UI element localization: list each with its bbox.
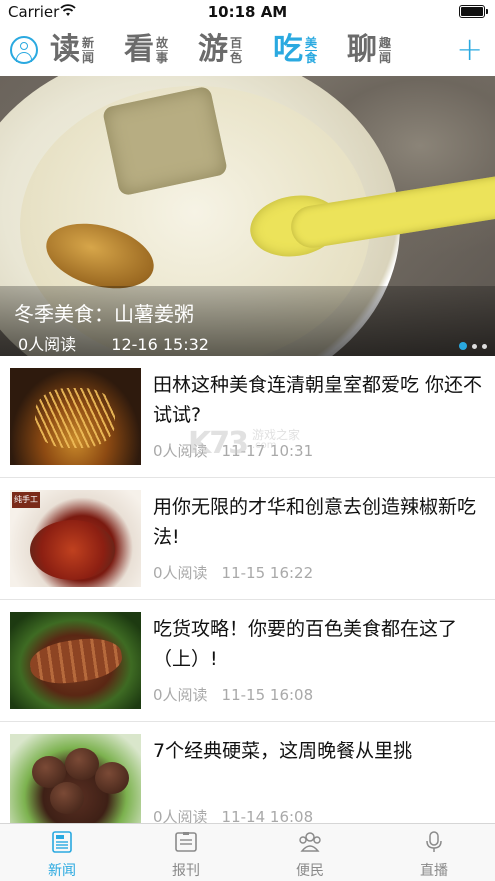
thumbnail-detail (95, 762, 129, 794)
thumbnail-tag-text: 纯手工 (14, 495, 38, 504)
news-thumbnail: 纯手工 (10, 490, 141, 587)
news-thumbnail (10, 612, 141, 709)
hero-meta: 0人阅读 12-16 15:32 (18, 331, 209, 355)
user-icon (20, 42, 28, 50)
tab-small-bottom: 食 (305, 50, 318, 65)
thumbnail-detail (35, 388, 115, 448)
hero-read-count: 0人阅读 (18, 335, 77, 354)
hero-title: 冬季美食：山薯姜粥 (14, 302, 194, 326)
tab-big-char: 聊 (347, 32, 377, 67)
tab-small-chars: 美 食 (305, 35, 318, 65)
tab-small-chars: 趣 闻 (379, 35, 392, 65)
tab-chat-fun[interactable]: 聊 趣 闻 (347, 30, 392, 70)
tab-bar-label: 新闻 (48, 863, 76, 879)
profile-button[interactable] (10, 36, 38, 64)
clock: 10:18 AM (207, 3, 288, 21)
top-navigation: 读 新 闻 看 故 事 游 百 色 吃 美 食 聊 趣 闻 + (0, 26, 495, 76)
carousel-page-indicator[interactable] (459, 342, 487, 350)
page-dot (482, 343, 487, 349)
page-dot-active (459, 342, 467, 350)
hero-timestamp: 12-16 15:32 (111, 335, 209, 354)
hero-carousel[interactable]: 冬季美食：山薯姜粥 0人阅读 12-16 15:32 (0, 76, 495, 356)
tab-big-char: 游 (198, 32, 228, 67)
tab-small-chars: 百 色 (230, 35, 243, 65)
people-icon (299, 832, 321, 852)
thumbnail-tag: 纯手工 (12, 492, 40, 508)
news-title: 7个经典硬菜，这周晚餐从里挑 (153, 740, 413, 762)
tab-small-chars: 故 事 (156, 35, 169, 65)
tab-big-char: 看 (124, 32, 154, 67)
news-item[interactable]: 吃货攻略！你要的百色美食都在这了（上）! 0人阅读 11-15 16:08 (0, 600, 495, 722)
watermark-url: .com (252, 440, 277, 451)
tab-read-news[interactable]: 读 新 闻 (50, 30, 95, 70)
news-read-count: 0人阅读 (153, 564, 208, 582)
tab-bar-label: 报刊 (172, 863, 200, 879)
news-thumbnail (10, 368, 141, 465)
tab-bar-label: 便民 (296, 863, 324, 879)
tab-bar-magazines[interactable]: 报刊 (124, 824, 248, 881)
news-timestamp: 11-15 16:22 (221, 564, 314, 582)
news-timestamp: 11-15 16:08 (221, 686, 314, 704)
tab-small-bottom: 色 (230, 50, 243, 65)
news-title: 吃货攻略！你要的百色美食都在这了（上）! (153, 618, 458, 670)
tab-bar-services[interactable]: 便民 (248, 824, 372, 881)
news-meta: 0人阅读 11-15 16:08 (153, 684, 313, 705)
tab-small-top: 百 (230, 35, 243, 51)
thumbnail-detail (30, 520, 115, 580)
tab-small-chars: 新 闻 (82, 35, 95, 65)
tab-bar-news[interactable]: 新闻 (0, 824, 124, 881)
watermark-mark: K73 (188, 426, 249, 461)
user-icon-body (16, 52, 32, 62)
status-bar: Carrier 10:18 AM (0, 0, 495, 24)
tab-bar-label: 直播 (420, 863, 448, 879)
newspaper-icon (52, 831, 72, 853)
tab-watch-stories[interactable]: 看 故 事 (124, 30, 169, 70)
battery-icon (459, 5, 488, 18)
news-title: 用你无限的才华和创意去创造辣椒新吃法! (153, 496, 477, 548)
tab-small-bottom: 闻 (82, 50, 95, 65)
tab-big-char: 吃 (273, 32, 303, 67)
tab-small-top: 新 (82, 35, 95, 51)
thumbnail-detail (65, 748, 99, 780)
magazine-icon (175, 832, 197, 852)
tab-small-bottom: 闻 (379, 50, 392, 65)
tab-small-bottom: 事 (156, 50, 169, 65)
news-meta: 0人阅读 11-15 16:22 (153, 562, 313, 583)
news-item[interactable]: 纯手工 用你无限的才华和创意去创造辣椒新吃法! 0人阅读 11-15 16:22 (0, 478, 495, 600)
news-thumbnail (10, 734, 141, 831)
add-channel-button[interactable]: + (456, 32, 483, 66)
thumbnail-detail (27, 633, 125, 689)
watermark-logo: K73 游戏之家 .com (188, 426, 318, 466)
page-dot (472, 343, 477, 349)
news-read-count: 0人阅读 (153, 686, 208, 704)
tab-small-top: 故 (156, 35, 169, 51)
tab-eat-food[interactable]: 吃 美 食 (273, 30, 318, 70)
tab-small-top: 趣 (379, 35, 392, 51)
tab-big-char: 读 (50, 32, 80, 67)
tab-bar-live[interactable]: 直播 (372, 824, 495, 881)
news-title: 田林这种美食连清朝皇室都爱吃 你还不试试? (153, 374, 483, 426)
microphone-icon (426, 831, 442, 852)
thumbnail-detail (50, 782, 84, 814)
tab-small-top: 美 (305, 35, 318, 51)
bottom-tab-bar: 新闻 报刊 便民 直播 (0, 823, 495, 881)
tab-travel-baise[interactable]: 游 百 色 (198, 30, 243, 70)
